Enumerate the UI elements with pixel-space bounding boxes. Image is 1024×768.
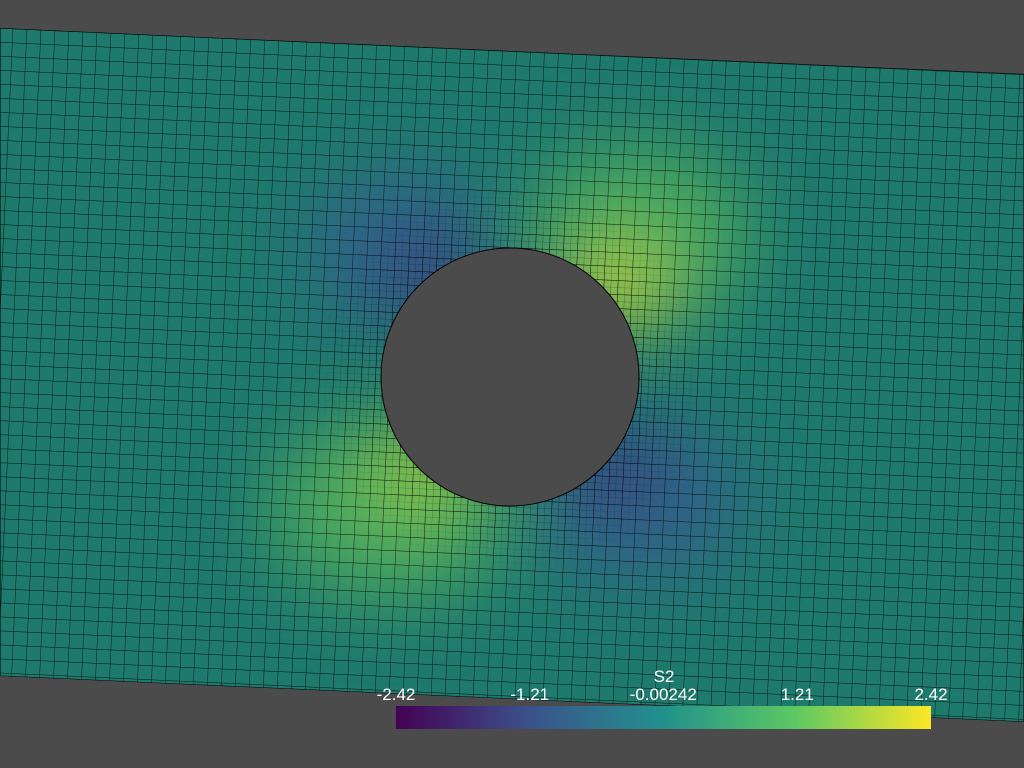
legend-tick-label: 2.42 xyxy=(914,685,948,704)
colorbar xyxy=(396,706,931,729)
legend-title: S2 xyxy=(653,667,675,686)
render-viewport[interactable] xyxy=(0,0,1024,768)
legend-tick-label: -0.00242 xyxy=(629,685,697,704)
legend-tick-label: -2.42 xyxy=(376,685,416,704)
legend-tick-label: 1.21 xyxy=(780,685,814,704)
hole xyxy=(380,247,640,507)
legend-tick-label: -1.21 xyxy=(510,685,550,704)
